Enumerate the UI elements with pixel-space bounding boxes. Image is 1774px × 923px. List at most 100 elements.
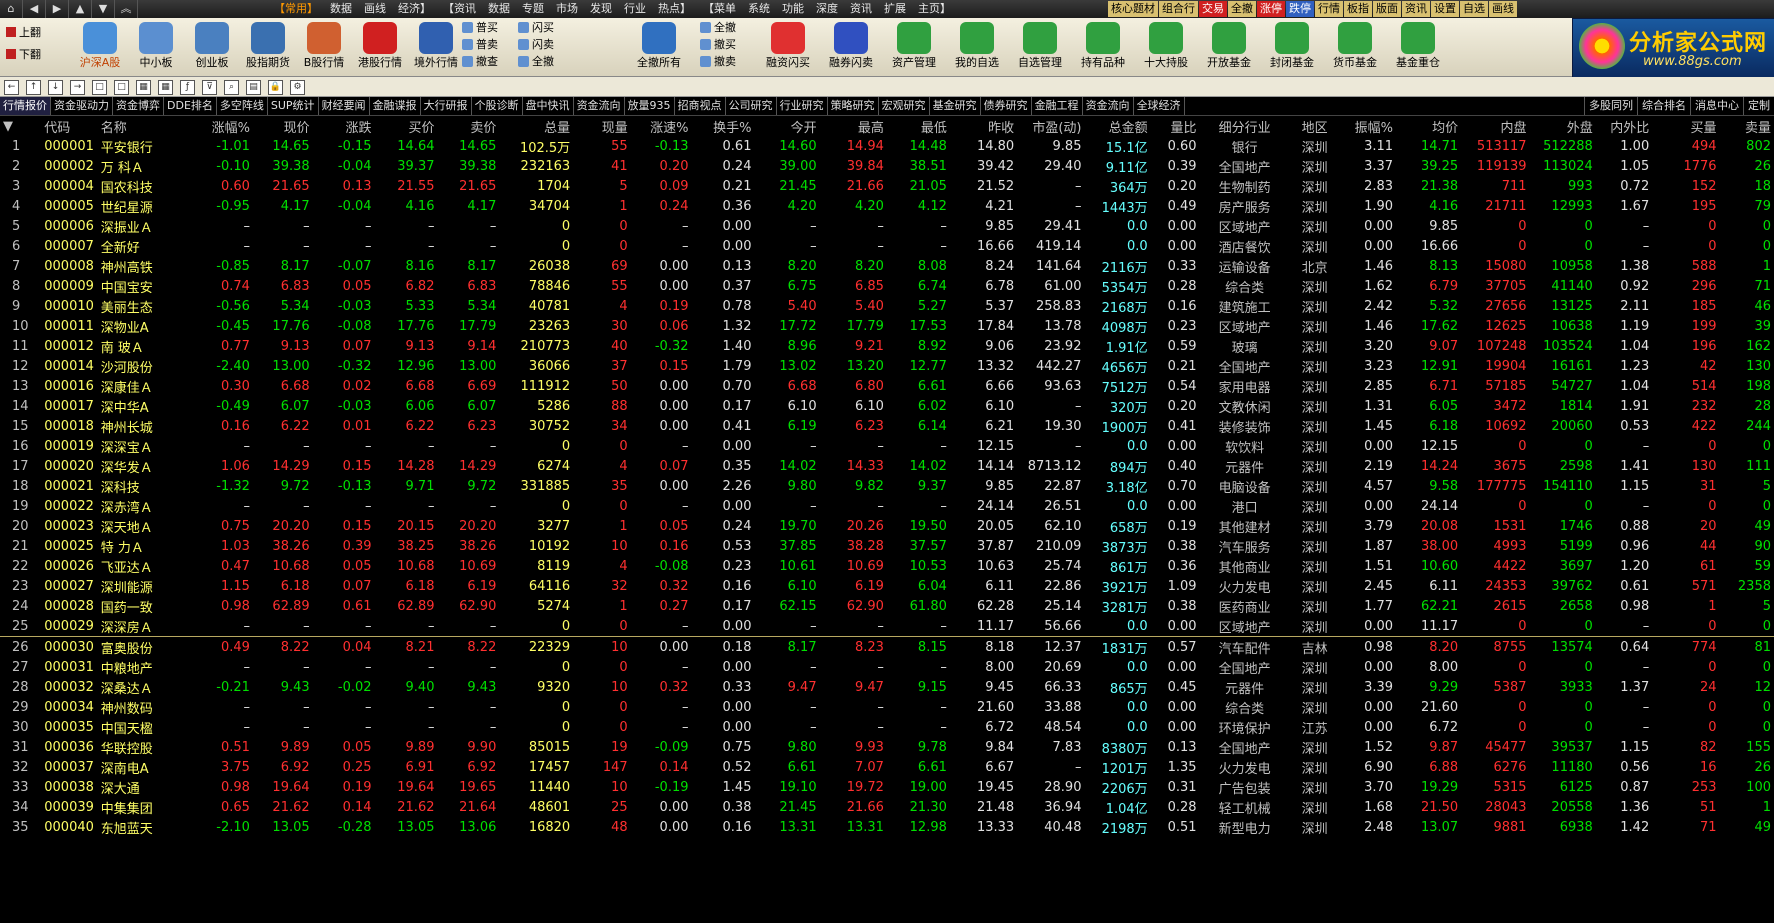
menu-item[interactable]: 行业 <box>618 0 652 18</box>
table-row[interactable]: 6 000007 全新好 – – – – –0 0–0.00– – –16.66 419.14 0.0 0… <box>0 236 1774 256</box>
column-header[interactable]: 换手% <box>692 116 755 136</box>
function-button[interactable]: 持有品种 <box>1073 20 1133 74</box>
tab-item[interactable]: 资金流向 <box>574 97 625 115</box>
table-row[interactable]: 24 000028 国药一致 0.98 62.89 0.61 62.89 62.90 5274 1… <box>0 596 1774 616</box>
grid-icon[interactable]: ▦ <box>136 80 151 95</box>
menu-item[interactable]: 【常用】 <box>268 0 324 18</box>
table-row[interactable]: 21 000025 特 力Ａ 1.03 38.26 0.39 38.25 38.26 10192… <box>0 536 1774 556</box>
table-row[interactable]: 32 000037 深南电A 3.75 6.92 0.25 6.91 6.92 17457 147… <box>0 757 1774 777</box>
function-button[interactable]: 十大持股 <box>1136 20 1196 74</box>
chart-icon[interactable]: ▤ <box>246 80 261 95</box>
function-button[interactable]: 开放基金 <box>1199 20 1259 74</box>
column-header[interactable]: 总金额 <box>1084 116 1150 136</box>
function-button[interactable]: 封闭基金 <box>1262 20 1322 74</box>
column-header[interactable]: 最低 <box>887 116 950 136</box>
function-button[interactable]: 货币基金 <box>1325 20 1385 74</box>
quick-menu-item[interactable]: 自选 <box>1460 1 1488 17</box>
table-row[interactable]: 29 000034 神州数码 – – – – –0 0–0.00– – –21.60 33.88 0.0… <box>0 697 1774 717</box>
table-row[interactable]: 9 000010 美丽生态 -0.56 5.34 -0.03 5.33 5.34 40781 4 0… <box>0 296 1774 316</box>
column-header[interactable]: 细分行业 <box>1200 116 1290 136</box>
table-row[interactable]: 7 000008 神州高铁 -0.85 8.17 -0.07 8.16 8.17 26038 69… <box>0 256 1774 276</box>
tab-item[interactable]: 大行研报 <box>421 97 472 115</box>
arrow-left-icon[interactable]: ← <box>4 80 19 95</box>
column-header[interactable]: 外盘 <box>1530 116 1596 136</box>
tab-item[interactable]: 金融工程 <box>1032 97 1083 115</box>
function-button[interactable]: 资产管理 <box>884 20 944 74</box>
tab-item[interactable]: 多空阵线 <box>217 97 268 115</box>
menu-item[interactable]: 数据 <box>324 0 358 18</box>
search-icon[interactable]: ⌕ <box>224 80 239 95</box>
market-button[interactable]: 中小板 <box>126 20 186 74</box>
table-row[interactable]: 28 000032 深桑达Ａ -0.21 9.43 -0.02 9.40 9.43 9320 10… <box>0 677 1774 697</box>
tab-item-right[interactable]: 定制 <box>1743 97 1774 115</box>
function-button[interactable]: 融券闪卖 <box>821 20 881 74</box>
quick-menu-item[interactable]: 设置 <box>1431 1 1459 17</box>
settings-icon[interactable]: ⚙ <box>290 80 305 95</box>
menu-item[interactable]: 数据 <box>482 0 516 18</box>
quick-menu-item[interactable]: 版面 <box>1373 1 1401 17</box>
quick-menu-item[interactable]: 跌停 <box>1286 1 1314 17</box>
quick-menu-item[interactable]: 交易 <box>1199 1 1227 17</box>
table-row[interactable]: 18 000021 深科技 -1.32 9.72 -0.13 9.71 9.72 331885 3… <box>0 476 1774 496</box>
forward-icon[interactable]: ▶ <box>46 0 69 18</box>
menu-item[interactable]: 深度 <box>810 0 844 18</box>
quick-menu-item[interactable]: 组合行 <box>1159 1 1198 17</box>
market-button[interactable]: 港股行情 <box>350 20 410 74</box>
function-button[interactable]: 基金重仓 <box>1388 20 1448 74</box>
table-row[interactable]: 11 000012 南 玻Ａ 0.77 9.13 0.07 9.13 9.14 210773 40… <box>0 336 1774 356</box>
menu-item[interactable]: 【资讯 <box>437 0 482 18</box>
tab-item[interactable]: 资金博弈 <box>113 97 164 115</box>
up-icon[interactable]: ▲ <box>69 0 92 18</box>
tab-item[interactable]: 行业研究 <box>777 97 828 115</box>
column-header[interactable]: 涨速% <box>631 116 692 136</box>
tab-item-right[interactable]: 多股同列 <box>1584 97 1637 115</box>
column-header[interactable]: 卖价 <box>437 116 499 136</box>
page-up-button[interactable]: 上翻 <box>4 24 56 42</box>
column-header[interactable]: 市盈(动) <box>1017 116 1084 136</box>
market-button[interactable]: 境外行情 <box>406 20 466 74</box>
quick-menu-item[interactable]: 画线 <box>1489 1 1517 17</box>
table-row[interactable]: 33 000038 深大通 0.98 19.64 0.19 19.64 19.65 11440 1… <box>0 777 1774 797</box>
function-button[interactable]: 自选管理 <box>1010 20 1070 74</box>
down-icon[interactable]: ▼ <box>92 0 115 18</box>
tab-item[interactable]: 行情报价 <box>0 97 51 115</box>
quick-menu-item[interactable]: 涨停 <box>1257 1 1285 17</box>
quick-menu-item[interactable]: 板指 <box>1344 1 1372 17</box>
market-button[interactable]: 股指期货 <box>238 20 298 74</box>
tab-item[interactable]: 个股诊断 <box>472 97 523 115</box>
arrow-right-icon[interactable]: → <box>70 80 85 95</box>
cancel-mini-button[interactable]: 撤买 <box>700 37 736 53</box>
menu-item[interactable]: 专题 <box>516 0 550 18</box>
column-header[interactable]: 代码 <box>41 116 97 136</box>
menu-item[interactable]: 扩展 <box>878 0 912 18</box>
column-header[interactable]: 买量 <box>1652 116 1719 136</box>
function-button[interactable]: 融资闪买 <box>758 20 818 74</box>
tab-item-right[interactable]: 消息中心 <box>1690 97 1743 115</box>
window-icon[interactable]: □ <box>114 80 129 95</box>
menu-item[interactable]: 功能 <box>776 0 810 18</box>
home-icon[interactable]: ⌂ <box>0 0 23 18</box>
table-row[interactable]: 22 000026 飞亚达Ａ 0.47 10.68 0.05 10.68 10.69 8119 4… <box>0 556 1774 576</box>
column-header[interactable]: 内盘 <box>1461 116 1529 136</box>
window-icon[interactable]: □ <box>92 80 107 95</box>
tab-item-right[interactable]: 综合排名 <box>1637 97 1690 115</box>
market-button[interactable]: 沪深A股 <box>70 20 130 74</box>
tab-item[interactable]: 基金研究 <box>930 97 981 115</box>
column-header[interactable]: 现价 <box>253 116 313 136</box>
tab-item[interactable]: 放量935 <box>625 97 675 115</box>
menu-item[interactable]: 【菜单 <box>697 0 742 18</box>
table-row[interactable]: 3 000004 国农科技 0.60 21.65 0.13 21.55 21.65 1704 5 0… <box>0 176 1774 196</box>
column-header[interactable]: 均价 <box>1396 116 1461 136</box>
column-header[interactable]: 现量 <box>573 116 631 136</box>
function-button[interactable]: 我的自选 <box>947 20 1007 74</box>
menu-item[interactable]: 系统 <box>742 0 776 18</box>
table-row[interactable]: 1 000001 平安银行 -1.01 14.65 -0.15 14.64 14.65 102.… <box>0 136 1774 156</box>
filter-icon[interactable]: ⊽ <box>202 80 217 95</box>
column-header[interactable]: 量比 <box>1151 116 1200 136</box>
sort-icon[interactable]: ▼ <box>0 116 41 136</box>
back-icon[interactable]: ◀ <box>23 0 46 18</box>
function-icon[interactable]: ƒ <box>180 80 195 95</box>
table-row[interactable]: 4 000005 世纪星源 -0.95 4.17 -0.04 4.16 4.17 34704 1 0… <box>0 196 1774 216</box>
tab-item[interactable]: SUP统计 <box>268 97 319 115</box>
cancel-all-button[interactable]: 全撤所有 <box>628 20 690 74</box>
